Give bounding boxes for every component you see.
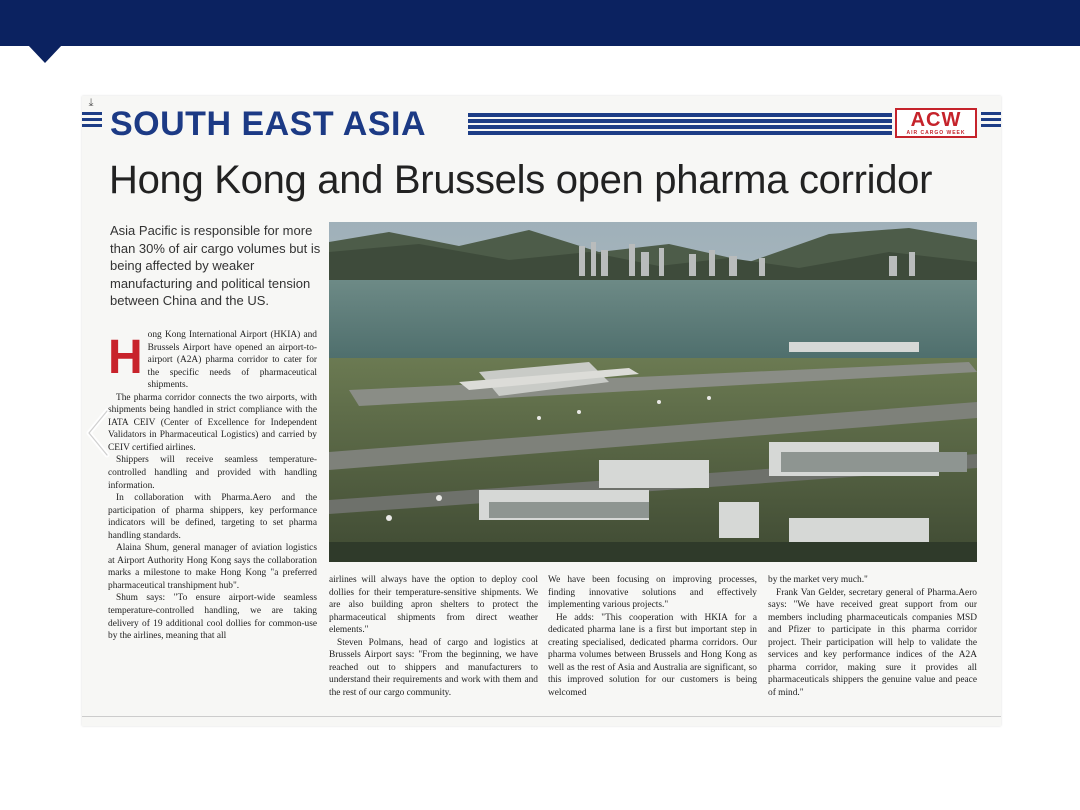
article-paragraph: Steven Polmans, head of cargo and logist…	[329, 637, 538, 698]
article-column-4: by the market very much." Frank Van Geld…	[768, 574, 977, 699]
section-stripes-left	[82, 112, 102, 134]
section-stripes	[468, 113, 892, 135]
article-paragraph: In collaboration with Pharma.Aero and th…	[108, 493, 317, 541]
acw-logo: ACW	[910, 109, 962, 131]
article-paragraph: The pharma corridor connects the two air…	[108, 392, 317, 453]
article-paragraph: Frank Van Gelder, secretary general of P…	[768, 587, 977, 698]
download-icon[interactable]: ⤓	[82, 96, 100, 110]
article-paragraph-text: ong Kong International Airport (HKIA) an…	[147, 330, 317, 391]
acw-logo-badge: ACW AIR CARGO WEEK	[895, 108, 977, 138]
airport-photo-illustration	[329, 222, 977, 562]
acw-tagline: AIR CARGO WEEK	[906, 130, 966, 136]
article-standfirst: Asia Pacific is responsible for more tha…	[110, 223, 321, 309]
article-column-2: airlines will always have the option to …	[329, 574, 538, 699]
magazine-page: ⤓ SOUTH EAST ASIA ACW AIR CARGO WEEK Hon…	[82, 96, 1001, 726]
article-paragraph: Hong Kong International Airport (HKIA) a…	[108, 329, 317, 392]
article-column-1: Hong Kong International Airport (HKIA) a…	[108, 329, 317, 643]
article-paragraph: Shum says: "To ensure airport-wide seaml…	[108, 593, 317, 642]
airport-aerial-photo	[329, 222, 977, 562]
section-stripes-right	[981, 112, 1001, 134]
article-headline: Hong Kong and Brussels open pharma corri…	[109, 158, 933, 202]
chevron-left-icon[interactable]	[81, 405, 115, 461]
article-paragraph: by the market very much."	[768, 575, 868, 585]
article-paragraph: Alaina Shum, general manager of aviation…	[108, 543, 317, 591]
article-paragraph: airlines will always have the option to …	[329, 575, 538, 636]
article-paragraph: He adds: "This cooperation with HKIA for…	[548, 612, 757, 698]
article-paragraph: Shippers will receive seamless temperatu…	[108, 455, 317, 491]
drop-cap: H	[108, 331, 143, 384]
article-column-3: We have been focusing on improving proce…	[548, 574, 757, 699]
header-notch	[28, 45, 62, 63]
top-header-bar	[0, 0, 1080, 46]
article-paragraph: We have been focusing on improving proce…	[548, 575, 757, 611]
section-title: SOUTH EAST ASIA	[110, 105, 427, 143]
page-bottom-rule	[82, 716, 1001, 717]
